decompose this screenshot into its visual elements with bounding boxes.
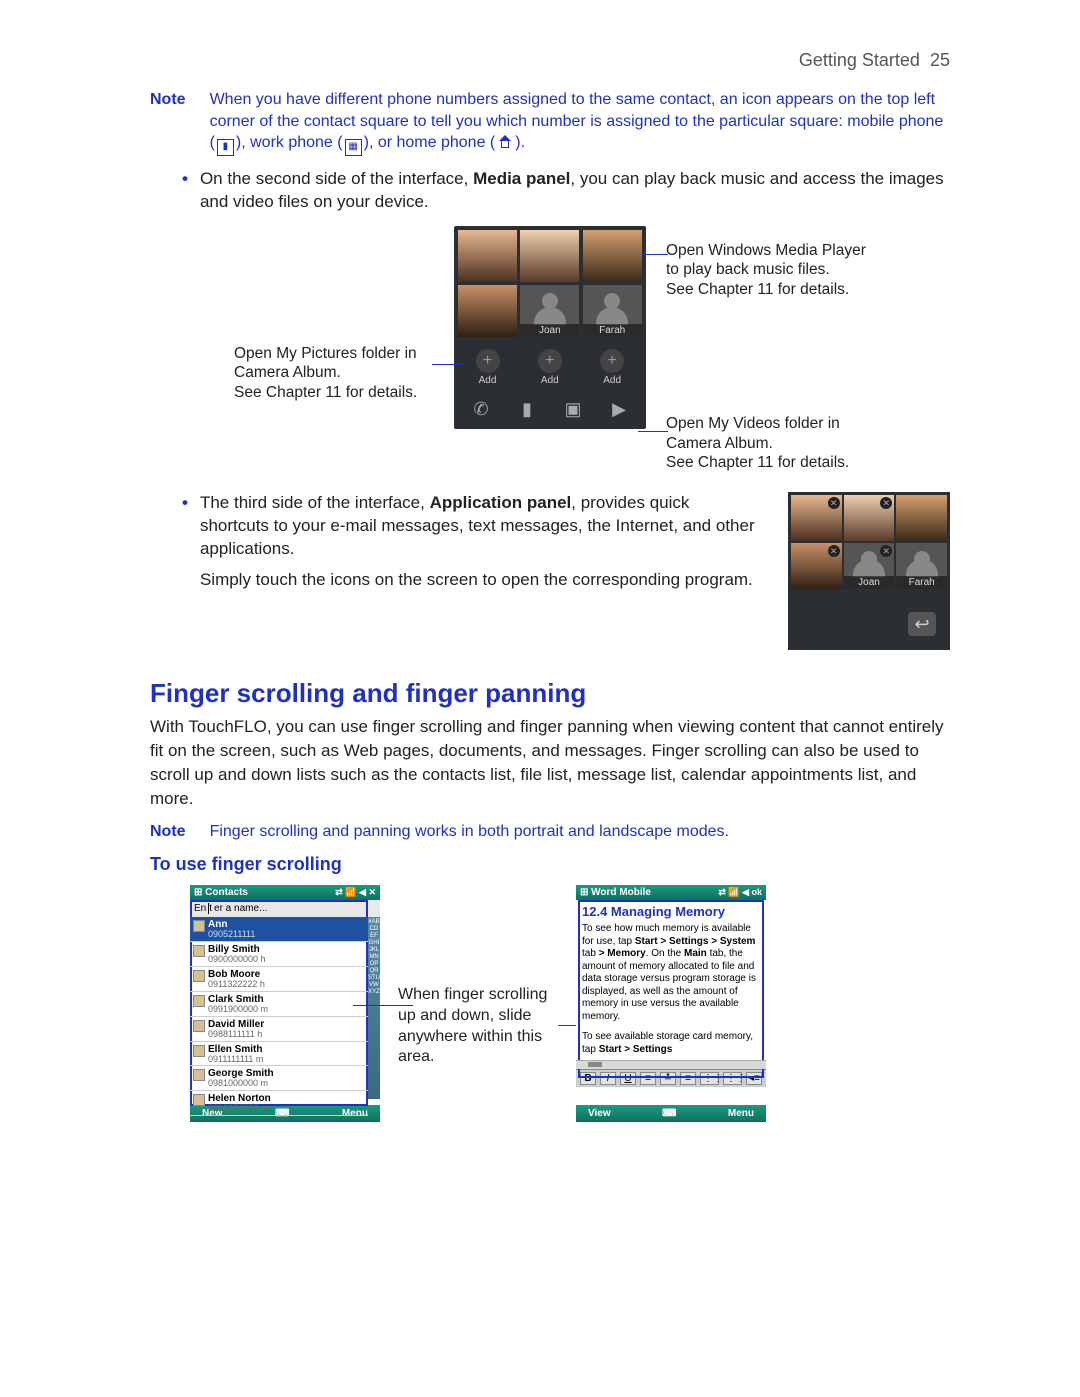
plus-icon: + — [600, 349, 624, 373]
word-toolbar: B I U ≡ ≛ ≡ ⋮⋮ ⋮⋮ ◂≡ — [576, 1069, 766, 1087]
body-paragraph: With TouchFLO, you can use finger scroll… — [150, 715, 950, 810]
softkey-menu[interactable]: Menu — [728, 1108, 754, 1119]
list-button[interactable]: ⋮⋮ — [700, 1072, 719, 1085]
note-block-2: Note Finger scrolling and panning works … — [150, 821, 950, 843]
app-cell: ✕ — [844, 495, 895, 541]
finger-scrolling-figures: ⊞ Contacts ⇄ 📶 ◀ ✕ Enter a name... Ann09… — [190, 885, 950, 1122]
plus-icon: + — [538, 349, 562, 373]
word-body-text2: To see available storage card memory, ta… — [576, 1027, 766, 1060]
list-button[interactable]: ⋮⋮ — [723, 1072, 742, 1085]
callout-wmp: Open Windows Media Player to play back m… — [666, 241, 866, 299]
align-button[interactable]: ≡ — [640, 1072, 656, 1085]
contact-row[interactable]: David Miller0988111111 h — [190, 1017, 368, 1042]
align-button[interactable]: ≛ — [660, 1072, 676, 1085]
name-search-field[interactable]: Enter a name... — [190, 900, 380, 917]
contact-row[interactable]: Bob Moore0911322222 h — [190, 967, 368, 992]
back-arrow-icon: ↩ — [908, 612, 936, 636]
section-name: Getting Started — [799, 50, 920, 70]
app-cell: ✕ — [791, 543, 842, 589]
softkey-view[interactable]: View — [588, 1108, 611, 1119]
mobile-phone-icon: ▮ — [217, 139, 234, 156]
status-icons: ⇄ 📶 ◀ ok — [718, 887, 762, 898]
note-block-1: Note When you have different phone numbe… — [150, 89, 950, 156]
phone-icon[interactable]: ✆ — [467, 399, 495, 423]
media-panel-screenshot: Joan Farah +Add +Add +Add ✆ ▮ ▣ ▶ — [454, 226, 646, 429]
app-cell — [896, 495, 947, 541]
callout-scroll-area: When finger scrolling up and down, slide… — [398, 985, 558, 1068]
word-heading: 12.4 Managing Memory — [576, 900, 766, 919]
indent-button[interactable]: ◂≡ — [746, 1072, 762, 1085]
note-label: Note — [150, 89, 186, 156]
subsection-heading: To use finger scrolling — [150, 854, 950, 875]
media-panel-figure: Open My Pictures folder in Camera Album.… — [150, 226, 950, 472]
app-cell: ✕ — [791, 495, 842, 541]
alpha-scrollbar[interactable]: #ABCDEFGHIJKLMNOPQRSTUVWXYZ — [368, 917, 380, 1099]
windows-icon: ⊞ — [194, 887, 202, 898]
add-button[interactable]: +Add — [520, 343, 579, 391]
note-text: When you have different phone numbers as… — [210, 89, 950, 156]
status-icons: ⇄ 📶 ◀ ✕ — [335, 887, 376, 898]
windows-icon: ⊞ — [580, 887, 588, 898]
close-icon[interactable]: ✕ — [828, 545, 840, 557]
body-text: Simply touch the icons on the screen to … — [200, 569, 760, 592]
contact-photo — [458, 285, 517, 337]
leader-line — [638, 254, 668, 255]
italic-button[interactable]: I — [600, 1072, 616, 1085]
close-icon[interactable]: ✕ — [828, 497, 840, 509]
contact-photo — [458, 230, 517, 282]
contacts-screenshot: ⊞ Contacts ⇄ 📶 ◀ ✕ Enter a name... Ann09… — [190, 885, 380, 1122]
back-button[interactable]: ↩ — [788, 592, 950, 642]
bullet-media-panel: • On the second side of the interface, M… — [182, 168, 950, 214]
add-button[interactable]: +Add — [458, 343, 517, 391]
plus-icon: + — [476, 349, 500, 373]
contact-photo — [520, 230, 579, 282]
application-panel-section: • The third side of the interface, Appli… — [150, 492, 950, 650]
horizontal-scrollbar[interactable] — [576, 1060, 766, 1069]
leader-line — [638, 431, 668, 432]
keyboard-icon[interactable]: ⌨ — [662, 1108, 676, 1119]
app-cell: Joan✕ — [844, 543, 895, 589]
app-cell: Farah — [896, 543, 947, 589]
contact-row[interactable]: Ellen Smith0911111111 m — [190, 1042, 368, 1067]
leader-line — [432, 364, 462, 365]
work-phone-icon: ▦ — [345, 139, 362, 156]
contact-row[interactable]: George Smith0981000000 m — [190, 1066, 368, 1091]
word-title-bar: ⊞ Word Mobile ⇄ 📶 ◀ ok — [576, 885, 766, 900]
page-number: 25 — [930, 50, 950, 70]
underline-button[interactable]: U — [620, 1072, 636, 1085]
word-body-text: To see how much memory is available for … — [576, 919, 766, 1027]
add-button[interactable]: +Add — [583, 343, 642, 391]
callout-my-videos: Open My Videos folder in Camera Album. S… — [666, 414, 866, 472]
contacts-list[interactable]: Ann0905211111 Billy Smith0900000000 h Bo… — [190, 917, 368, 1099]
bold-button[interactable]: B — [580, 1072, 596, 1085]
video-icon[interactable]: ▶ — [605, 399, 633, 423]
contact-silhouette: Joan — [520, 285, 579, 337]
page-header: Getting Started 25 — [150, 50, 950, 71]
device-icon[interactable]: ▮ — [513, 399, 541, 423]
word-screenshot: ⊞ Word Mobile ⇄ 📶 ◀ ok 12.4 Managing Mem… — [576, 885, 766, 1122]
document-page: Getting Started 25 Note When you have di… — [0, 0, 1080, 1397]
contact-row[interactable]: Ann0905211111 — [190, 917, 368, 942]
contact-row[interactable]: Helen Norton0912676767 m — [190, 1091, 368, 1116]
contact-silhouette: Farah — [583, 285, 642, 337]
contact-row[interactable]: Clark Smith0991900000 m — [190, 992, 368, 1017]
leader-line — [353, 1005, 413, 1006]
contact-photo — [583, 230, 642, 282]
contact-row[interactable]: Billy Smith0900000000 h — [190, 942, 368, 967]
callout-my-pictures: Open My Pictures folder in Camera Album.… — [234, 344, 434, 402]
contacts-icon[interactable]: ▣ — [559, 399, 587, 423]
section-heading: Finger scrolling and finger panning — [150, 678, 950, 709]
application-panel-screenshot: ✕ ✕ ✕ Joan✕ Farah ↩ — [788, 492, 950, 650]
contacts-title-bar: ⊞ Contacts ⇄ 📶 ◀ ✕ — [190, 885, 380, 900]
align-button[interactable]: ≡ — [680, 1072, 696, 1085]
home-phone-icon — [497, 135, 513, 149]
note-label: Note — [150, 821, 186, 843]
note-text: Finger scrolling and panning works in bo… — [210, 821, 729, 843]
